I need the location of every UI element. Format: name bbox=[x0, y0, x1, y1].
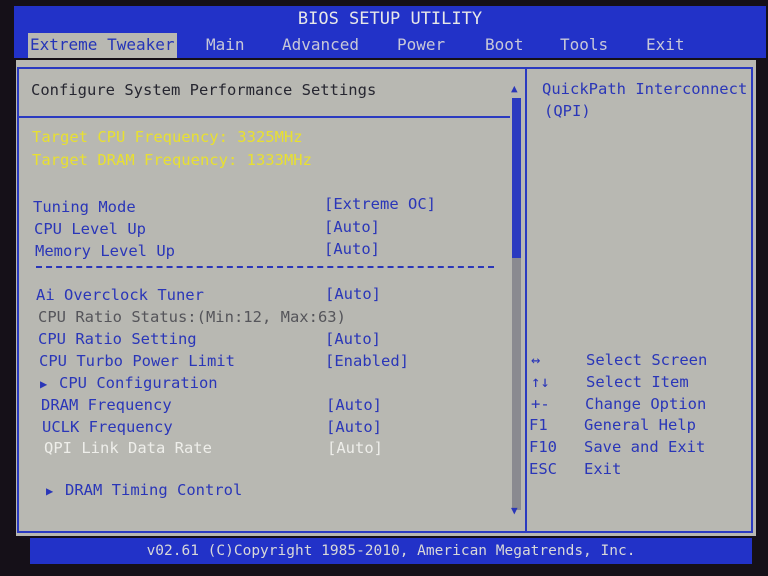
setting-label: Memory Level Up bbox=[35, 242, 175, 260]
tab-extreme-tweaker[interactable]: Extreme Tweaker bbox=[28, 33, 177, 58]
setting-value[interactable]: [Auto] bbox=[325, 330, 381, 348]
submenu-arrow-icon: ▶ bbox=[46, 484, 54, 498]
setting-label: QPI Link Data Rate bbox=[44, 439, 212, 457]
setting-label: DRAM Timing Control bbox=[65, 481, 243, 499]
divider bbox=[18, 116, 510, 118]
key-arrows-lr-icon: ↔ bbox=[531, 351, 541, 369]
tab-boot[interactable]: Boot bbox=[485, 33, 524, 58]
setting-value: [Auto] bbox=[327, 439, 383, 457]
setting-label: CPU Configuration bbox=[59, 374, 218, 392]
key-action: Change Option bbox=[585, 395, 707, 413]
help-pane bbox=[525, 67, 753, 533]
target-cpu-frequency: Target CPU Frequency: 3325MHz bbox=[32, 128, 303, 146]
tab-bar: Extreme Tweaker Main Advanced Power Boot… bbox=[14, 33, 766, 58]
setting-label: DRAM Frequency bbox=[41, 396, 172, 414]
setting-label: UCLK Frequency bbox=[42, 418, 173, 436]
key-esc: ESC bbox=[529, 460, 557, 478]
setting-label: Tuning Mode bbox=[33, 198, 136, 216]
setting-value[interactable]: [Auto] bbox=[326, 396, 382, 414]
scrollbar-thumb[interactable] bbox=[512, 98, 521, 258]
setting-value[interactable]: [Auto] bbox=[326, 418, 382, 436]
key-f10: F10 bbox=[529, 438, 557, 456]
help-text-line2: (QPI) bbox=[544, 102, 591, 120]
setting-label: CPU Ratio Setting bbox=[38, 330, 197, 348]
key-action: Select Screen bbox=[586, 351, 708, 369]
setting-label: Ai Overclock Tuner bbox=[36, 286, 204, 304]
copyright-footer: v02.61 (C)Copyright 1985-2010, American … bbox=[30, 538, 752, 564]
key-action: Exit bbox=[584, 460, 622, 478]
setting-value[interactable]: [Auto] bbox=[324, 240, 380, 258]
window-title: BIOS SETUP UTILITY bbox=[14, 6, 766, 33]
tab-power[interactable]: Power bbox=[397, 33, 445, 58]
separator bbox=[36, 266, 494, 268]
scroll-down-icon[interactable]: ▼ bbox=[511, 504, 518, 517]
setting-value[interactable]: [Auto] bbox=[325, 285, 381, 303]
scroll-up-icon[interactable]: ▲ bbox=[511, 82, 518, 95]
setting-value[interactable]: [Extreme OC] bbox=[324, 195, 436, 213]
setting-label: CPU Level Up bbox=[34, 220, 146, 238]
tab-main[interactable]: Main bbox=[206, 33, 245, 58]
submenu-arrow-icon: ▶ bbox=[40, 377, 48, 391]
setting-label: CPU Turbo Power Limit bbox=[39, 352, 235, 370]
setting-value[interactable]: [Auto] bbox=[324, 218, 380, 236]
key-action: General Help bbox=[584, 416, 696, 434]
target-dram-frequency: Target DRAM Frequency: 1333MHz bbox=[32, 151, 312, 169]
section-title: Configure System Performance Settings bbox=[31, 81, 377, 99]
key-action: Select Item bbox=[586, 373, 689, 391]
cpu-ratio-status: CPU Ratio Status:(Min:12, Max:63) bbox=[38, 308, 346, 326]
key-plus-minus: +- bbox=[531, 395, 550, 413]
help-text-line1: QuickPath Interconnect bbox=[542, 80, 748, 98]
tab-exit[interactable]: Exit bbox=[646, 33, 685, 58]
tab-advanced[interactable]: Advanced bbox=[282, 33, 359, 58]
key-arrows-ud-icon: ↑↓ bbox=[531, 373, 550, 391]
key-action: Save and Exit bbox=[584, 438, 706, 456]
tab-tools[interactable]: Tools bbox=[560, 33, 608, 58]
key-f1: F1 bbox=[529, 416, 548, 434]
setting-value[interactable]: [Enabled] bbox=[325, 352, 409, 370]
